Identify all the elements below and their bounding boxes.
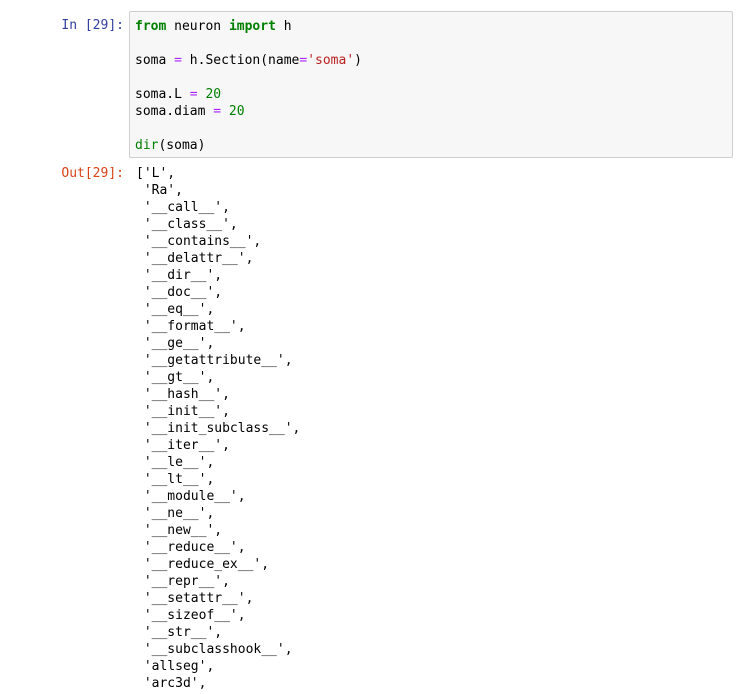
section-call: h.Section(name bbox=[181, 53, 300, 68]
keyword-from: from bbox=[135, 19, 167, 34]
output-line: '__subclasshook__', bbox=[136, 642, 293, 657]
import-name: h bbox=[275, 19, 292, 34]
output-line: 'Ra', bbox=[136, 183, 183, 198]
output-line: '__ne__', bbox=[136, 506, 215, 521]
output-prompt: Out[29]: bbox=[61, 166, 124, 181]
output-line: '__le__', bbox=[136, 455, 215, 470]
output-line: '__format__', bbox=[136, 319, 246, 334]
output-line: ['L', bbox=[136, 166, 176, 181]
number-literal: 20 bbox=[197, 87, 222, 102]
output-line: '__setattr__', bbox=[136, 591, 254, 606]
assign-operator: = bbox=[189, 87, 198, 102]
dir-args: (soma) bbox=[158, 138, 206, 153]
output-line: '__init_subclass__', bbox=[136, 421, 301, 436]
output-line: 'arc3d', bbox=[136, 676, 207, 691]
output-line: '__new__', bbox=[136, 523, 223, 538]
output-line: '__str__', bbox=[136, 625, 223, 640]
output-line: '__eq__', bbox=[136, 302, 215, 317]
length-lhs: soma.L bbox=[135, 87, 190, 102]
output-line: '__contains__', bbox=[136, 234, 262, 249]
output-line: '__call__', bbox=[136, 200, 230, 215]
output-line: '__repr__', bbox=[136, 574, 230, 589]
output-line: '__hash__', bbox=[136, 387, 230, 402]
output-line: '__dir__', bbox=[136, 268, 223, 283]
output-line: '__doc__', bbox=[136, 285, 223, 300]
output-line: '__ge__', bbox=[136, 336, 215, 351]
builtin-dir: dir bbox=[135, 138, 159, 153]
output-line: '__iter__', bbox=[136, 438, 230, 453]
output-line: '__module__', bbox=[136, 489, 246, 504]
keyword-import: import bbox=[228, 19, 276, 34]
code-input-cell[interactable]: from neuron import h soma = h.Section(na… bbox=[129, 11, 733, 158]
output-line: '__delattr__', bbox=[136, 251, 254, 266]
module-name: neuron bbox=[166, 19, 229, 34]
output-area: ['L', 'Ra', '__call__', '__class__', '__… bbox=[136, 165, 736, 692]
section-lhs: soma bbox=[135, 53, 175, 68]
assign-operator: = bbox=[174, 53, 182, 68]
code-line-length: soma.L = 20 bbox=[135, 86, 732, 103]
assign-operator: = bbox=[213, 104, 222, 119]
diam-lhs: soma.diam bbox=[135, 104, 214, 119]
input-prompt: In [29]: bbox=[61, 18, 124, 33]
output-line: '__reduce_ex__', bbox=[136, 557, 270, 572]
output-line: '__init__', bbox=[136, 404, 230, 419]
code-line-section: soma = h.Section(name='soma') bbox=[135, 52, 732, 69]
output-line: '__sizeof__', bbox=[136, 608, 246, 623]
string-literal: 'soma' bbox=[307, 53, 355, 68]
code-line-diam: soma.diam = 20 bbox=[135, 103, 732, 120]
output-line: '__lt__', bbox=[136, 472, 215, 487]
output-line: '__gt__', bbox=[136, 370, 215, 385]
close-paren: ) bbox=[354, 53, 362, 68]
output-line: 'allseg', bbox=[136, 659, 215, 674]
output-line: '__class__', bbox=[136, 217, 238, 232]
code-line-import: from neuron import h bbox=[135, 18, 732, 35]
code-line-dir: dir(soma) bbox=[135, 137, 732, 154]
number-literal: 20 bbox=[221, 104, 245, 119]
output-line: '__getattribute__', bbox=[136, 353, 293, 368]
output-line: '__reduce__', bbox=[136, 540, 246, 555]
